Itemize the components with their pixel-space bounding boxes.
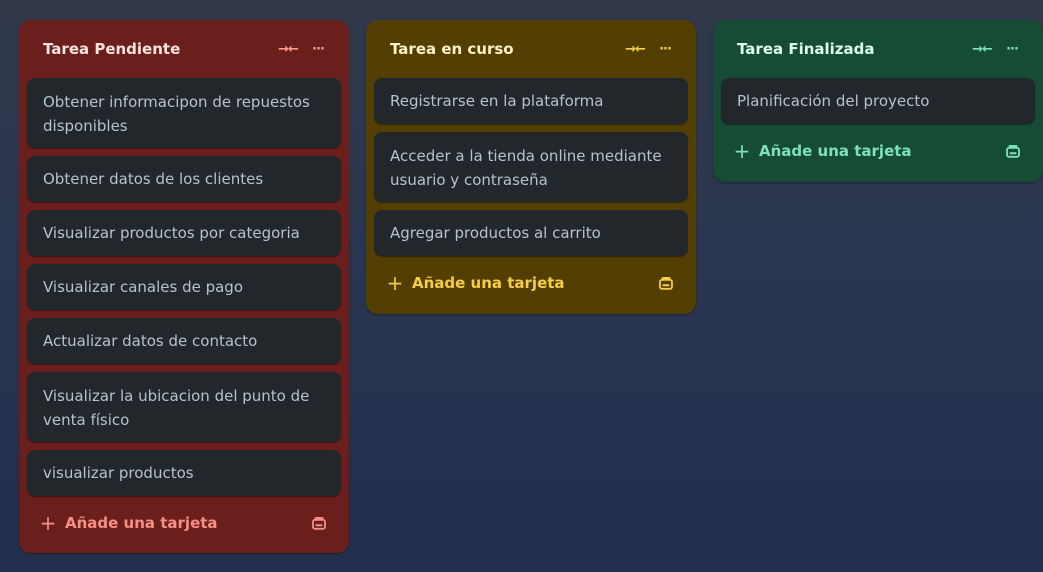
list-header: Tarea Finalizada →← ··· (721, 20, 1035, 78)
board: Tarea Pendiente →← ··· Obtener informaci… (0, 0, 1043, 572)
card[interactable]: Obtener datos de los clientes (27, 156, 341, 202)
card-list: Registrarse en la plataforma Acceder a l… (374, 78, 688, 256)
card-template-icon[interactable] (305, 509, 333, 537)
card-template-icon[interactable] (652, 269, 680, 297)
card[interactable]: Agregar productos al carrito (374, 210, 688, 256)
add-card-label: Añade una tarjeta (412, 274, 565, 292)
add-card-button[interactable]: + Añade una tarjeta (733, 139, 999, 163)
card[interactable]: visualizar productos (27, 450, 341, 496)
list-title[interactable]: Tarea Pendiente (43, 40, 273, 58)
card[interactable]: Acceder a la tienda online mediante usua… (374, 132, 688, 202)
card[interactable]: Visualizar canales de pago (27, 264, 341, 310)
list-footer: + Añade una tarjeta (374, 256, 688, 310)
plus-icon: + (386, 271, 404, 295)
plus-icon: + (733, 139, 751, 163)
more-options-icon[interactable]: ··· (997, 35, 1027, 63)
list-title[interactable]: Tarea Finalizada (737, 40, 967, 58)
plus-icon: + (39, 511, 57, 535)
collapse-list-icon[interactable]: →← (273, 35, 303, 63)
list-header: Tarea en curso →← ··· (374, 20, 688, 78)
list-tarea-finalizada: Tarea Finalizada →← ··· Planificación de… (713, 20, 1043, 182)
add-card-label: Añade una tarjeta (65, 514, 218, 532)
list-tarea-pendiente: Tarea Pendiente →← ··· Obtener informaci… (19, 20, 349, 553)
card[interactable]: Actualizar datos de contacto (27, 318, 341, 364)
collapse-list-icon[interactable]: →← (620, 35, 650, 63)
list-title[interactable]: Tarea en curso (390, 40, 620, 58)
card-list: Obtener informacipon de repuestos dispon… (27, 78, 341, 496)
add-card-label: Añade una tarjeta (759, 142, 912, 160)
more-options-icon[interactable]: ··· (650, 35, 680, 63)
card-template-icon[interactable] (999, 137, 1027, 165)
card[interactable]: Registrarse en la plataforma (374, 78, 688, 124)
add-card-button[interactable]: + Añade una tarjeta (39, 511, 305, 535)
card[interactable]: Planificación del proyecto (721, 78, 1035, 124)
list-header: Tarea Pendiente →← ··· (27, 20, 341, 78)
card[interactable]: Visualizar productos por categoria (27, 210, 341, 256)
add-card-button[interactable]: + Añade una tarjeta (386, 271, 652, 295)
card-list: Planificación del proyecto (721, 78, 1035, 124)
list-tarea-en-curso: Tarea en curso →← ··· Registrarse en la … (366, 20, 696, 314)
card[interactable]: Obtener informacipon de repuestos dispon… (27, 78, 341, 148)
collapse-list-icon[interactable]: →← (967, 35, 997, 63)
more-options-icon[interactable]: ··· (303, 35, 333, 63)
list-footer: + Añade una tarjeta (721, 124, 1035, 178)
list-footer: + Añade una tarjeta (27, 496, 341, 550)
card[interactable]: Visualizar la ubicacion del punto de ven… (27, 372, 341, 442)
